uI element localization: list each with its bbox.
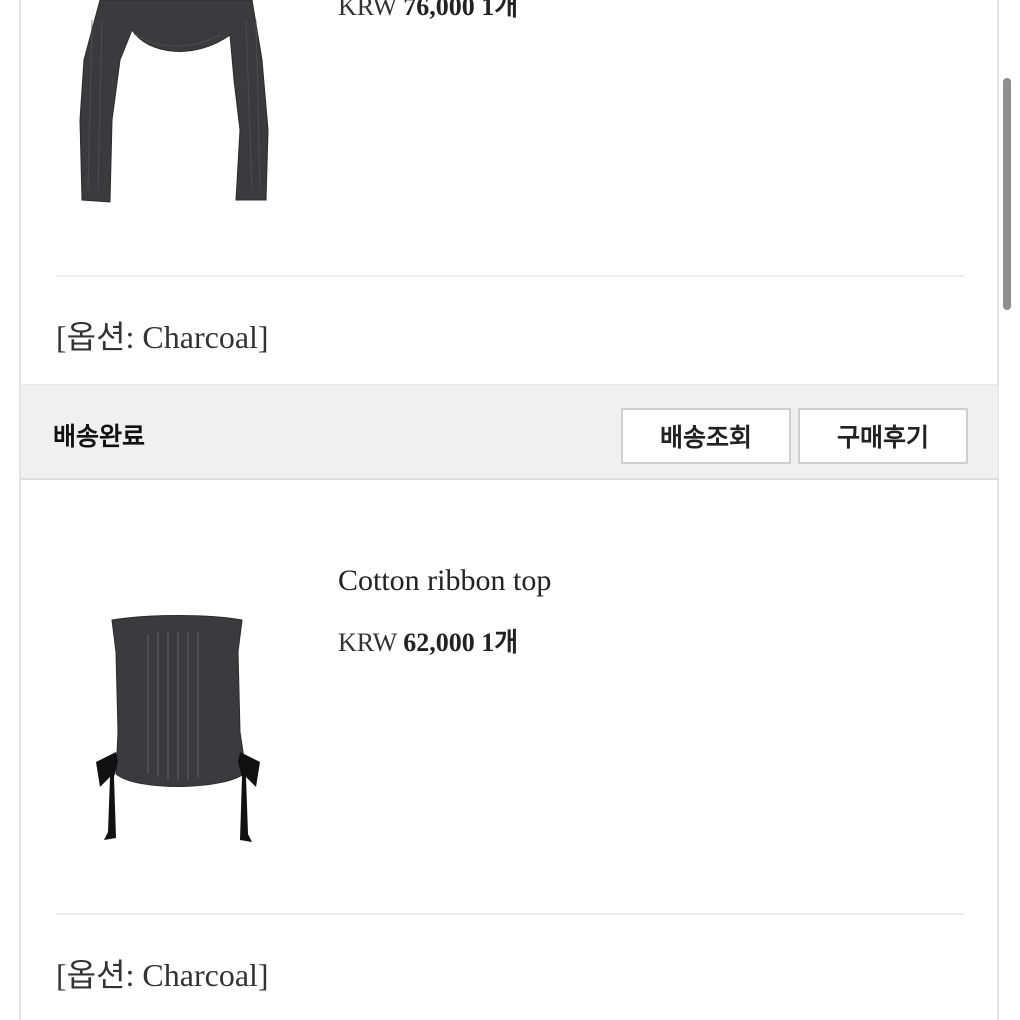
product-option-2: [옵션: Charcoal] xyxy=(56,957,269,993)
write-review-button[interactable]: 구매후기 xyxy=(798,408,968,464)
divider-1 xyxy=(56,275,964,277)
product-name-2[interactable]: Cotton ribbon top xyxy=(338,564,551,598)
product-price-2: KRW 62,000 1개 xyxy=(338,628,519,657)
order-status-bar: 배송완료 배송조회 구매후기 xyxy=(21,384,998,480)
divider-2 xyxy=(56,913,964,915)
product-option-1: [옵션: Charcoal] xyxy=(56,319,269,355)
track-delivery-button[interactable]: 배송조회 xyxy=(621,408,791,464)
product-image-ribbon-top[interactable] xyxy=(88,612,268,847)
scrollbar[interactable] xyxy=(1003,78,1011,310)
product-price-1: KRW 76,000 1개 xyxy=(338,0,519,21)
product-image-sweater[interactable] xyxy=(70,0,280,210)
delivery-status-label: 배송완료 xyxy=(53,422,146,451)
